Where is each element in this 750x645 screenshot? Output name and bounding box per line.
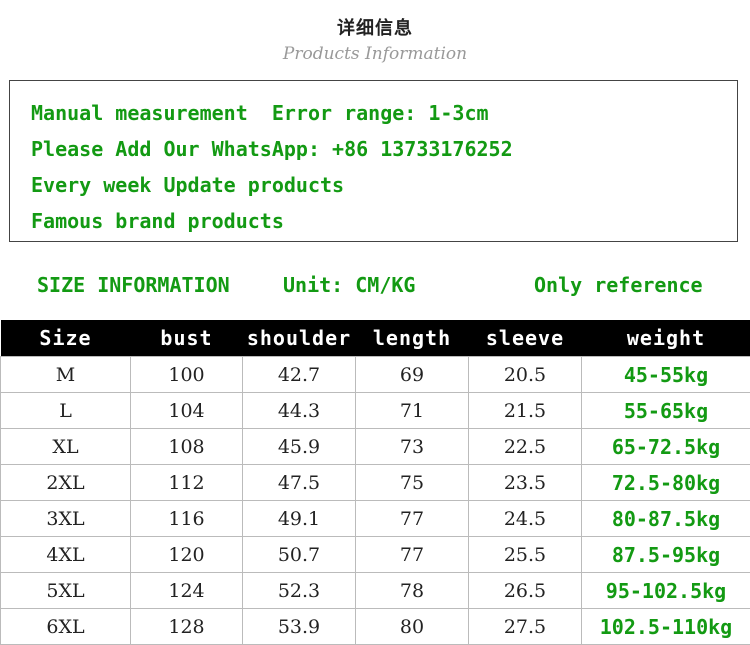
notes-box: Manual measurement Error range: 1-3cm Pl… <box>9 80 738 242</box>
table-cell-size: 5XL <box>1 573 131 609</box>
page-title: 详细信息 <box>0 14 750 40</box>
table-cell-shoulder: 49.1 <box>243 501 356 537</box>
table-row: 2XL11247.57523.572.5-80kg <box>1 465 750 501</box>
table-cell-length: 77 <box>356 537 469 573</box>
table-cell-size: 2XL <box>1 465 131 501</box>
table-cell-weight: 102.5-110kg <box>582 609 750 645</box>
column-header: shoulder <box>243 320 356 357</box>
table-cell-shoulder: 50.7 <box>243 537 356 573</box>
note-brand: Famous brand products <box>31 203 737 239</box>
table-cell-shoulder: 42.7 <box>243 357 356 393</box>
table-cell-length: 73 <box>356 429 469 465</box>
table-cell-sleeve: 26.5 <box>469 573 582 609</box>
table-cell-bust: 100 <box>131 357 243 393</box>
table-cell-weight: 80-87.5kg <box>582 501 750 537</box>
table-header-row: Size bust shoulder length sleeve weight <box>1 320 750 357</box>
table-cell-weight: 65-72.5kg <box>582 429 750 465</box>
table-cell-bust: 120 <box>131 537 243 573</box>
table-cell-shoulder: 47.5 <box>243 465 356 501</box>
table-cell-size: 6XL <box>1 609 131 645</box>
table-cell-size: 4XL <box>1 537 131 573</box>
table-row: 5XL12452.37826.595-102.5kg <box>1 573 750 609</box>
table-row: 3XL11649.17724.580-87.5kg <box>1 501 750 537</box>
table-row: L10444.37121.555-65kg <box>1 393 750 429</box>
table-cell-sleeve: 24.5 <box>469 501 582 537</box>
table-cell-weight: 87.5-95kg <box>582 537 750 573</box>
table-cell-shoulder: 52.3 <box>243 573 356 609</box>
size-table: Size bust shoulder length sleeve weight … <box>0 320 750 645</box>
table-row: XL10845.97322.565-72.5kg <box>1 429 750 465</box>
table-cell-length: 77 <box>356 501 469 537</box>
table-cell-sleeve: 22.5 <box>469 429 582 465</box>
table-row: M10042.76920.545-55kg <box>1 357 750 393</box>
column-header: sleeve <box>469 320 582 357</box>
table-row: 6XL12853.98027.5102.5-110kg <box>1 609 750 645</box>
table-cell-weight: 55-65kg <box>582 393 750 429</box>
table-cell-size: M <box>1 357 131 393</box>
page-subtitle: Products Information <box>0 44 750 64</box>
table-cell-size: 3XL <box>1 501 131 537</box>
table-cell-weight: 72.5-80kg <box>582 465 750 501</box>
table-cell-bust: 128 <box>131 609 243 645</box>
table-cell-sleeve: 21.5 <box>469 393 582 429</box>
table-cell-sleeve: 25.5 <box>469 537 582 573</box>
table-cell-bust: 124 <box>131 573 243 609</box>
table-cell-bust: 116 <box>131 501 243 537</box>
column-header: length <box>356 320 469 357</box>
table-cell-size: L <box>1 393 131 429</box>
table-cell-length: 71 <box>356 393 469 429</box>
table-cell-shoulder: 45.9 <box>243 429 356 465</box>
column-header: bust <box>131 320 243 357</box>
column-header: weight <box>582 320 750 357</box>
note-measurement: Manual measurement Error range: 1-3cm <box>31 95 737 131</box>
table-cell-shoulder: 53.9 <box>243 609 356 645</box>
table-cell-bust: 112 <box>131 465 243 501</box>
table-cell-length: 80 <box>356 609 469 645</box>
table-cell-weight: 45-55kg <box>582 357 750 393</box>
column-header: Size <box>1 320 131 357</box>
table-cell-shoulder: 44.3 <box>243 393 356 429</box>
table-cell-length: 69 <box>356 357 469 393</box>
table-cell-bust: 108 <box>131 429 243 465</box>
note-whatsapp: Please Add Our WhatsApp: +86 13733176252 <box>31 131 737 167</box>
table-cell-sleeve: 27.5 <box>469 609 582 645</box>
table-cell-bust: 104 <box>131 393 243 429</box>
table-cell-length: 78 <box>356 573 469 609</box>
table-cell-length: 75 <box>356 465 469 501</box>
table-row: 4XL12050.77725.587.5-95kg <box>1 537 750 573</box>
table-cell-sleeve: 23.5 <box>469 465 582 501</box>
table-cell-weight: 95-102.5kg <box>582 573 750 609</box>
note-update: Every week Update products <box>31 167 737 203</box>
table-cell-sleeve: 20.5 <box>469 357 582 393</box>
size-info-label: SIZE INFORMATION <box>37 270 230 300</box>
table-cell-size: XL <box>1 429 131 465</box>
reference-note: Only reference <box>534 270 703 300</box>
unit-label: Unit: CM/KG <box>283 270 415 300</box>
